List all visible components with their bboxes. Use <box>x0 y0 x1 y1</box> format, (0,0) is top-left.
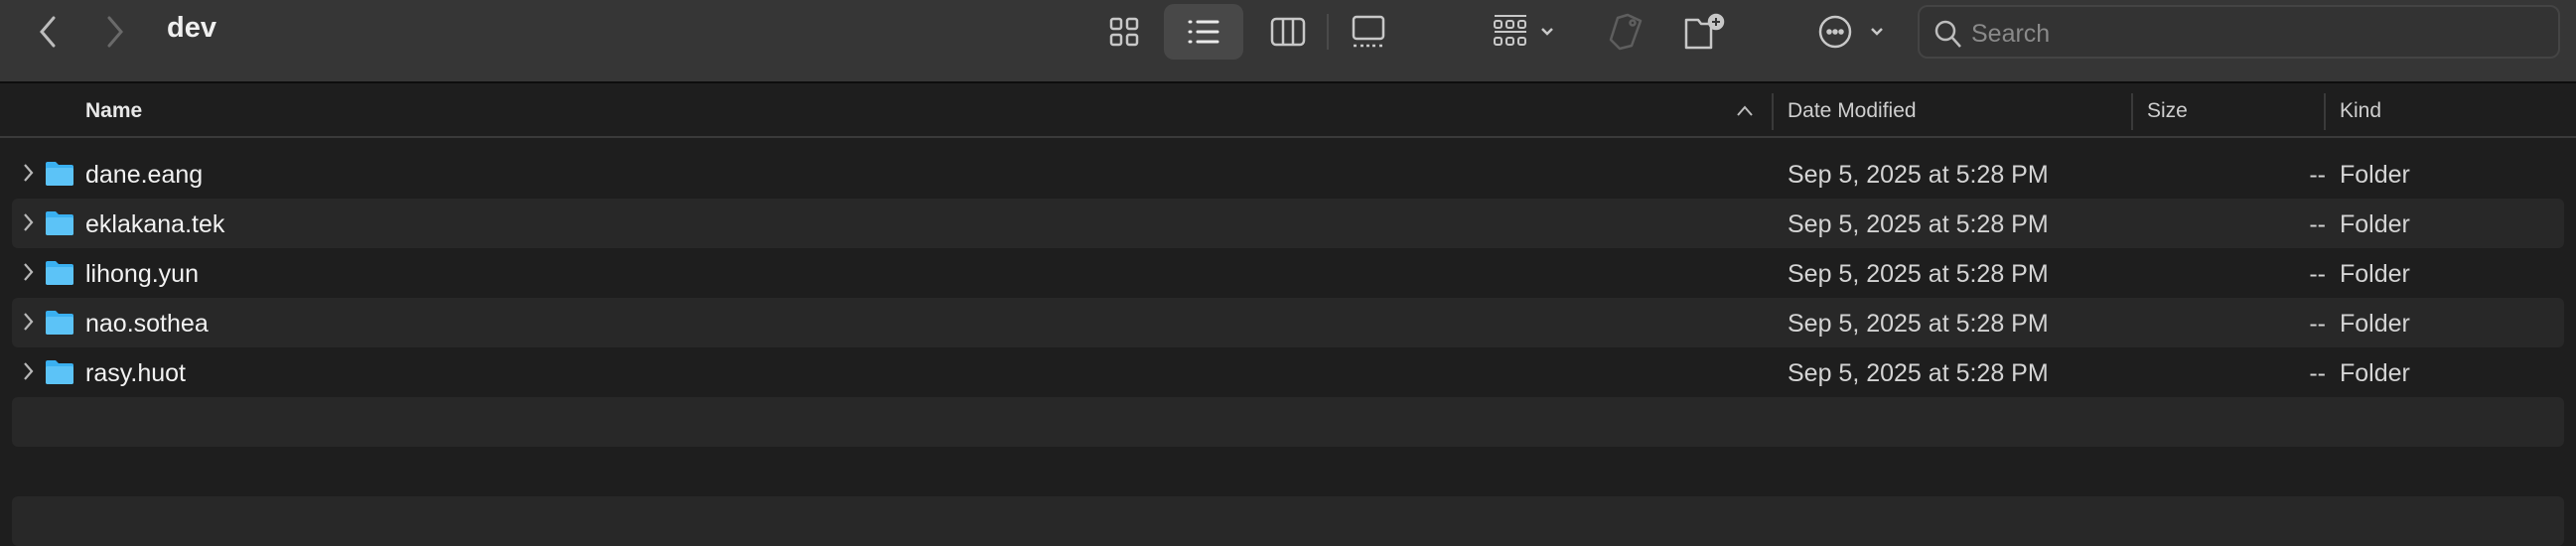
disclosure-chevron-icon[interactable] <box>22 360 36 382</box>
disclosure-chevron-icon[interactable] <box>22 261 36 283</box>
table-row[interactable]: eklakana.tek Sep 5, 2025 at 5:28 PM -- F… <box>12 199 2564 248</box>
column-kind[interactable]: Kind <box>2340 99 2381 123</box>
empty-row <box>12 397 2564 447</box>
date-modified: Sep 5, 2025 at 5:28 PM <box>1788 359 2049 387</box>
disclosure-chevron-icon[interactable] <box>22 211 36 233</box>
ellipsis-circle-icon <box>1818 15 1883 49</box>
column-header: Name Date Modified Size Kind <box>0 85 2576 138</box>
gallery-icon <box>1352 15 1385 48</box>
column-size[interactable]: Size <box>2147 99 2188 123</box>
more-actions-button[interactable] <box>1813 8 1893 56</box>
file-size: -- <box>2309 161 2326 189</box>
file-name[interactable]: rasy.huot <box>85 359 186 388</box>
file-kind: Folder <box>2340 359 2410 387</box>
list-icon <box>1188 20 1219 44</box>
date-modified: Sep 5, 2025 at 5:28 PM <box>1788 310 2049 338</box>
chevron-right-icon <box>107 16 123 48</box>
date-modified: Sep 5, 2025 at 5:28 PM <box>1788 210 2049 238</box>
search-field[interactable]: Search <box>1918 5 2560 59</box>
file-name[interactable]: eklakana.tek <box>85 210 224 239</box>
column-divider[interactable] <box>2324 93 2326 130</box>
search-icon <box>1934 20 1961 48</box>
file-size: -- <box>2309 260 2326 288</box>
file-kind: Folder <box>2340 161 2410 189</box>
date-modified: Sep 5, 2025 at 5:28 PM <box>1788 260 2049 288</box>
gallery-view-button[interactable] <box>1347 8 1390 56</box>
folder-icon <box>46 360 73 384</box>
table-row[interactable]: nao.sothea Sep 5, 2025 at 5:28 PM -- Fol… <box>12 298 2564 347</box>
file-size: -- <box>2309 210 2326 238</box>
tags-button[interactable] <box>1601 8 1650 56</box>
search-placeholder: Search <box>1971 20 2051 48</box>
forward-button[interactable] <box>97 8 133 56</box>
sort-ascending-icon[interactable] <box>1736 105 1754 117</box>
grid-icon <box>1109 17 1139 47</box>
tag-icon <box>1609 13 1643 51</box>
file-name[interactable]: nao.sothea <box>85 310 209 339</box>
file-name[interactable]: lihong.yun <box>85 260 199 289</box>
disclosure-chevron-icon[interactable] <box>22 311 36 333</box>
file-size: -- <box>2309 310 2326 338</box>
column-date-modified[interactable]: Date Modified <box>1788 99 1917 123</box>
table-row[interactable]: rasy.huot Sep 5, 2025 at 5:28 PM -- Fold… <box>12 347 2564 397</box>
folder-icon <box>46 162 73 186</box>
back-button[interactable] <box>30 8 66 56</box>
file-name[interactable]: dane.eang <box>85 161 203 190</box>
folder-icon <box>46 261 73 285</box>
table-row[interactable]: lihong.yun Sep 5, 2025 at 5:28 PM -- Fol… <box>12 248 2564 298</box>
chevron-left-icon <box>40 16 56 48</box>
column-view-button[interactable] <box>1266 8 1310 56</box>
column-divider[interactable] <box>1772 93 1774 130</box>
file-kind: Folder <box>2340 210 2410 238</box>
date-modified: Sep 5, 2025 at 5:28 PM <box>1788 161 2049 189</box>
toolbar: dev Search <box>0 0 2576 83</box>
column-name[interactable]: Name <box>85 99 142 123</box>
new-folder-icon <box>1684 13 1725 50</box>
file-kind: Folder <box>2340 310 2410 338</box>
new-folder-button[interactable] <box>1680 8 1730 56</box>
folder-icon <box>46 311 73 335</box>
file-size: -- <box>2309 359 2326 387</box>
columns-icon <box>1270 17 1306 47</box>
table-row[interactable]: dane.eang Sep 5, 2025 at 5:28 PM -- Fold… <box>12 149 2564 199</box>
folder-icon <box>46 211 73 235</box>
empty-row <box>12 496 2564 546</box>
group-icon <box>1494 15 1553 46</box>
disclosure-chevron-icon[interactable] <box>22 162 36 184</box>
column-divider[interactable] <box>2131 93 2133 130</box>
icon-view-button[interactable] <box>1102 8 1146 56</box>
file-kind: Folder <box>2340 260 2410 288</box>
window-title: dev <box>167 12 216 44</box>
toolbar-divider <box>1327 14 1329 50</box>
group-button[interactable] <box>1488 8 1563 56</box>
list-view-button[interactable] <box>1164 4 1243 60</box>
